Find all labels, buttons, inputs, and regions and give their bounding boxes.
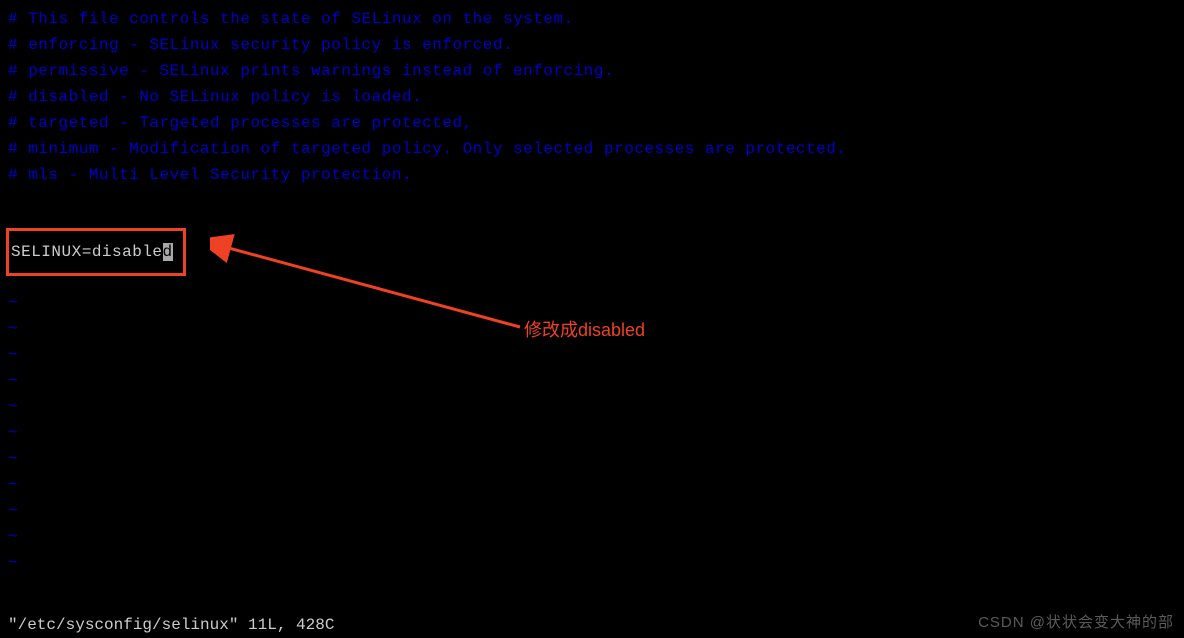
watermark: CSDN @状状会变大神的部 — [978, 611, 1174, 632]
comment-line: # mls - Multi Level Security protection. — [8, 162, 1176, 188]
tilde-line: ~ — [8, 446, 1176, 472]
tilde-line: ~ — [8, 342, 1176, 368]
config-prefix: SELINUX=disable — [11, 243, 163, 261]
blank-line — [8, 188, 1176, 214]
vim-status-line: "/etc/sysconfig/selinux" 11L, 428C — [8, 616, 334, 634]
comment-line: # minimum - Modification of targeted pol… — [8, 136, 1176, 162]
highlighted-config: SELINUX=disabled — [6, 228, 186, 276]
comment-line: # disabled - No SELinux policy is loaded… — [8, 84, 1176, 110]
tilde-line: ~ — [8, 550, 1176, 576]
tilde-line: ~ — [8, 368, 1176, 394]
tilde-line: ~ — [8, 472, 1176, 498]
tilde-line: ~ — [8, 394, 1176, 420]
tilde-line: ~ — [8, 420, 1176, 446]
comment-line: # This file controls the state of SELinu… — [8, 6, 1176, 32]
tilde-line: ~ — [8, 498, 1176, 524]
comment-line: # permissive - SELinux prints warnings i… — [8, 58, 1176, 84]
comment-line: # enforcing - SELinux security policy is… — [8, 32, 1176, 58]
terminal-editor[interactable]: # This file controls the state of SELinu… — [0, 0, 1184, 582]
annotation-text: 修改成disabled — [524, 316, 645, 342]
cursor: d — [163, 243, 173, 261]
tilde-line: ~ — [8, 524, 1176, 550]
comment-line: # targeted - Targeted processes are prot… — [8, 110, 1176, 136]
tilde-line: ~ — [8, 290, 1176, 316]
